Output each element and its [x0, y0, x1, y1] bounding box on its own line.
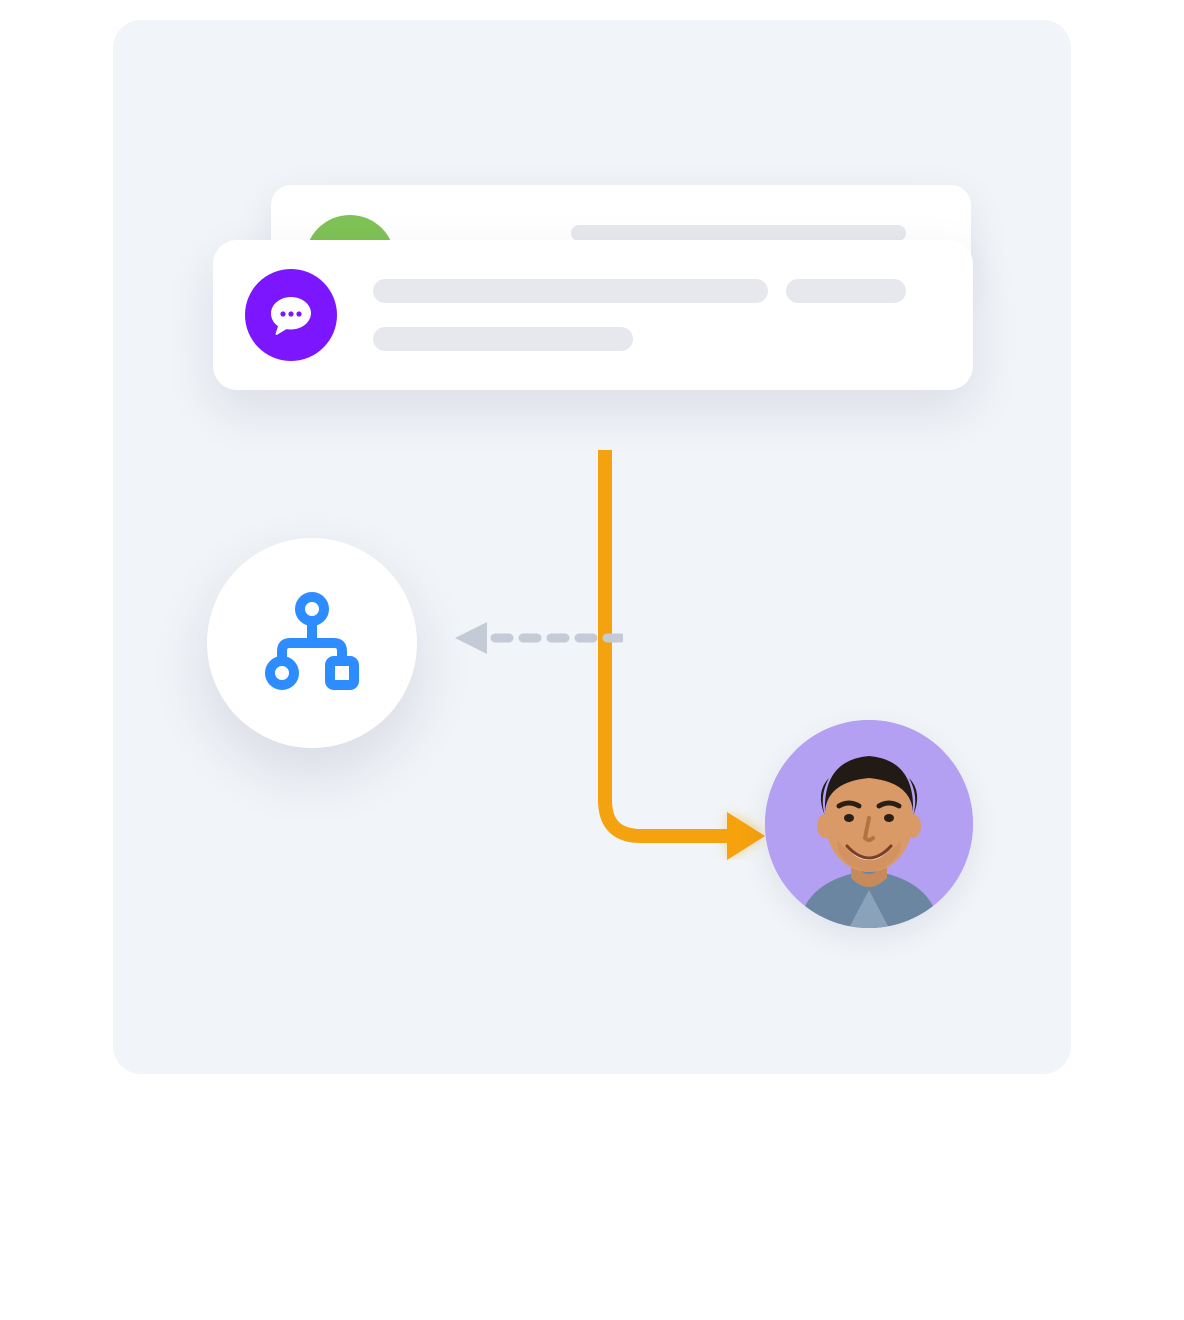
- skeleton-lines: [373, 279, 941, 351]
- skeleton-line: [786, 279, 906, 303]
- route-arrow-icon: [593, 450, 773, 860]
- skeleton-line: [373, 279, 768, 303]
- rule-link-arrow-icon: [453, 620, 623, 656]
- chat-bubble-icon: [245, 269, 337, 361]
- routing-diagram-panel: [113, 20, 1071, 1074]
- skeleton-line: [571, 225, 906, 241]
- flowchart-icon: [260, 591, 364, 695]
- message-card-foreground: [213, 240, 973, 390]
- agent-avatar: [765, 720, 973, 928]
- skeleton-line: [373, 327, 633, 351]
- routing-rules-node: [207, 538, 417, 748]
